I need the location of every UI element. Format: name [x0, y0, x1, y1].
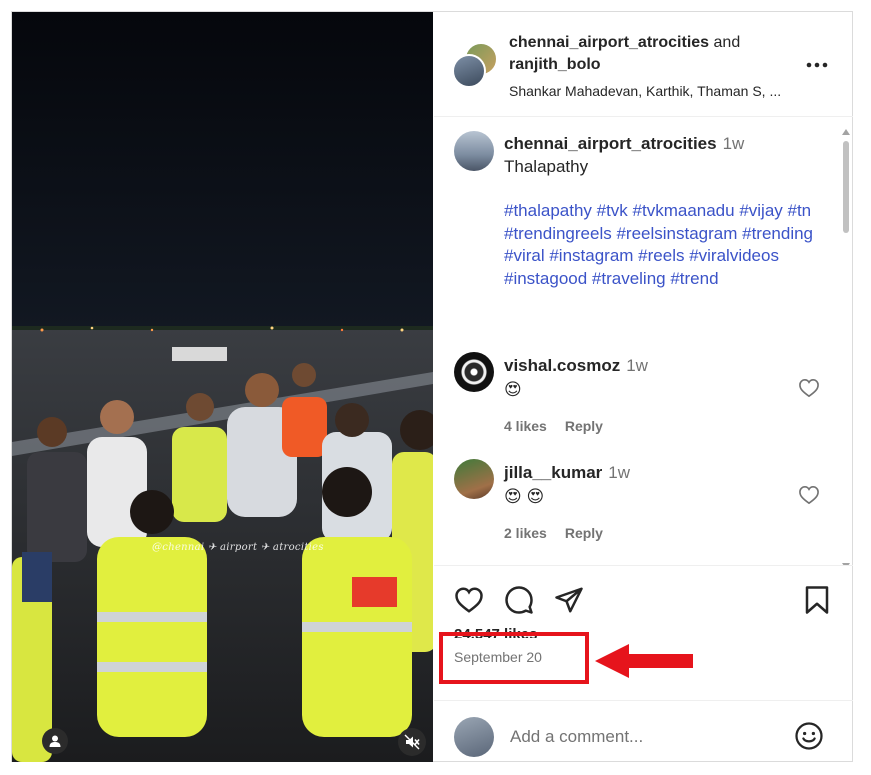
reply-button[interactable]: Reply	[565, 525, 603, 541]
speaker-muted-icon	[404, 734, 420, 750]
caption-time: 1w	[722, 134, 745, 153]
avatar[interactable]	[454, 131, 494, 171]
like-comment-button[interactable]	[798, 378, 820, 403]
owner-username[interactable]: chennai_airport_atrocities	[509, 34, 709, 51]
heart-outline-icon	[799, 378, 819, 398]
comment-item: vishal.cosmoz 1w 😍 4 likes Reply	[434, 342, 853, 442]
comments-scroll-area[interactable]: chennai_airport_atrocities 1w Thalapathy …	[434, 117, 853, 566]
annotation-highlight-box	[439, 632, 589, 684]
video-frame-illustration	[12, 12, 433, 762]
caption-text: Thalapathy	[504, 156, 589, 176]
comment-item: thanigaivel_181w	[434, 555, 853, 565]
comment-time: 1w	[626, 356, 648, 375]
avatar[interactable]	[454, 459, 494, 499]
scroll-up-arrow-icon[interactable]	[842, 129, 850, 135]
avatar[interactable]	[452, 54, 486, 88]
heart-outline-icon	[455, 587, 483, 613]
person-icon	[49, 735, 61, 747]
comment-time: 1w	[608, 463, 631, 482]
post-owners: chennai_airport_atrocities and ranjith_b…	[509, 32, 809, 102]
joiner-text: and	[713, 34, 741, 51]
smiley-icon	[795, 722, 823, 750]
scrollbar-thumb[interactable]	[843, 141, 849, 233]
coauthor-username[interactable]: ranjith_bolo	[509, 56, 601, 73]
comment-text: 😍 😍	[504, 487, 545, 506]
comment-item: jilla__kumar 1w 😍 😍 2 likes Reply	[434, 449, 853, 549]
paper-plane-icon	[555, 587, 583, 613]
avatar[interactable]	[454, 352, 494, 392]
post-actions-bar	[434, 578, 853, 618]
comment-body: vishal.cosmoz 1w 😍 4 likes Reply	[504, 354, 804, 438]
save-button[interactable]	[804, 585, 830, 620]
avatar	[454, 717, 494, 757]
collaborators-list[interactable]: Shankar Mahadevan, Karthik, Thaman S, ..…	[509, 80, 809, 102]
more-icon	[806, 62, 828, 68]
comment-username[interactable]: jilla__kumar	[504, 463, 602, 482]
comment-likes[interactable]: 2 likes	[504, 525, 547, 541]
comment-text: 😍	[504, 380, 522, 399]
comment-username[interactable]: vishal.cosmoz	[504, 356, 620, 375]
mute-button[interactable]	[398, 728, 426, 756]
tagged-users-button[interactable]	[42, 728, 68, 754]
annotation-arrow-icon	[595, 644, 693, 678]
caption-username[interactable]: chennai_airport_atrocities	[504, 134, 717, 153]
comment-meta: 2 likes Reply	[504, 521, 804, 545]
post-video[interactable]: @chennai ✈ airport ✈ atrocities	[12, 12, 433, 762]
emoji-button[interactable]	[794, 721, 824, 756]
speech-bubble-icon	[505, 586, 533, 614]
caption-hashtags[interactable]: #thalapathy #tvk #tvkmaanadu #vijay #tn …	[504, 200, 824, 290]
more-options-button[interactable]	[806, 52, 828, 73]
comment-body: jilla__kumar 1w 😍 😍 2 likes Reply	[504, 461, 804, 545]
comment-input[interactable]: Add a comment...	[510, 727, 643, 747]
like-button[interactable]	[454, 586, 484, 619]
reply-button[interactable]: Reply	[565, 418, 603, 434]
share-button[interactable]	[554, 585, 584, 620]
like-comment-button[interactable]	[798, 485, 820, 510]
post-caption: chennai_airport_atrocities 1w Thalapathy …	[504, 133, 824, 290]
comment-likes[interactable]: 4 likes	[504, 418, 547, 434]
post-header: chennai_airport_atrocities and ranjith_b…	[434, 12, 853, 117]
heart-outline-icon	[799, 485, 819, 505]
comment-meta: 4 likes Reply	[504, 414, 804, 438]
bookmark-icon	[805, 586, 829, 614]
add-comment-row: Add a comment...	[434, 700, 853, 763]
video-watermark: @chennai ✈ airport ✈ atrocities	[152, 542, 324, 553]
comment-button[interactable]	[504, 585, 534, 620]
